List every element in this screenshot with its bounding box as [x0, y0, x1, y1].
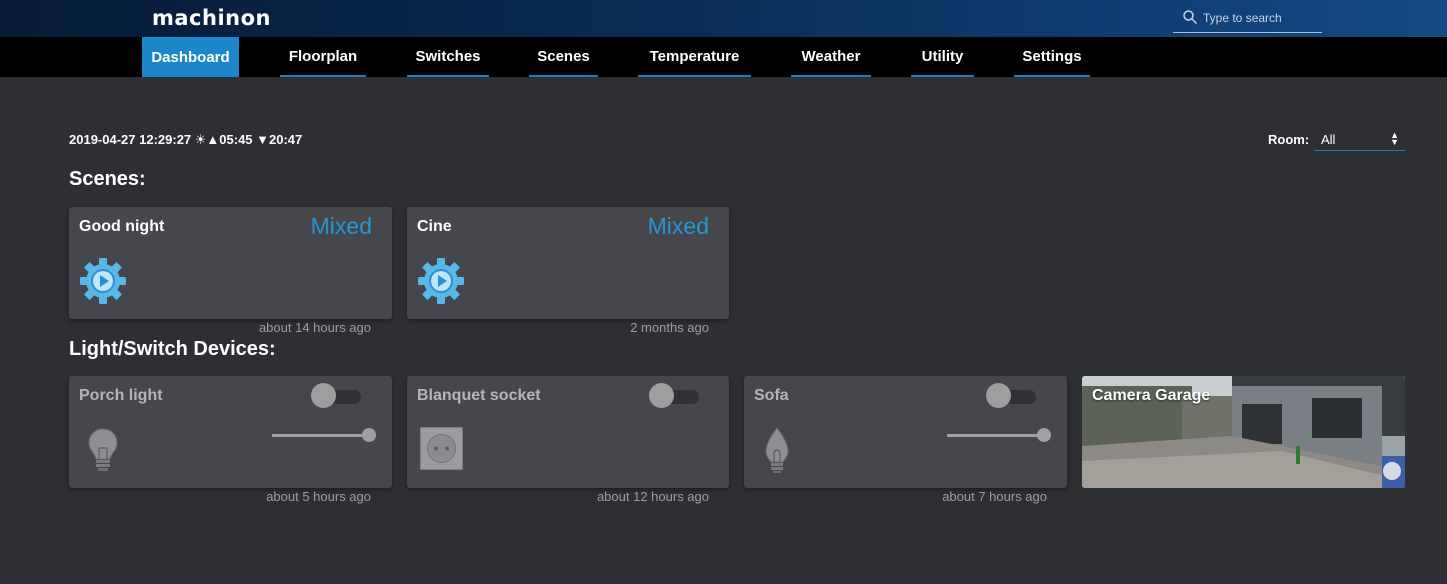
main-nav: Dashboard Floorplan Switches Scenes Temp…: [0, 37, 1447, 77]
scene-card-cine: Cine Mixed: [407, 207, 729, 319]
light-bulb-icon[interactable]: [86, 426, 120, 474]
device-name: Blanquet socket: [417, 387, 541, 404]
camera-name: Camera Garage: [1092, 387, 1211, 404]
candle-bulb-icon[interactable]: [762, 426, 792, 474]
tab-dashboard[interactable]: Dashboard: [142, 37, 239, 77]
device-card-camera-garage[interactable]: Camera Garage: [1082, 376, 1405, 488]
device-card-blanquet-socket: Blanquet socket: [407, 376, 729, 488]
dimmer-slider[interactable]: [272, 427, 376, 443]
room-filter-label: Room:: [1268, 132, 1310, 147]
device-card-sofa: Sofa: [744, 376, 1067, 488]
device-toggle[interactable]: [649, 382, 699, 408]
app-logo[interactable]: machinon: [152, 6, 271, 30]
slider-thumb[interactable]: [362, 428, 376, 442]
device-updated: about 12 hours ago: [596, 489, 709, 504]
slider-rail: [272, 434, 372, 437]
search-box[interactable]: [1173, 7, 1322, 33]
scene-updated: about 14 hours ago: [258, 320, 371, 335]
device-card-porch-light: Porch light: [69, 376, 392, 488]
scene-play-gear-icon[interactable]: [417, 257, 465, 305]
scene-name: Good night: [79, 218, 165, 235]
scene-name: Cine: [417, 218, 452, 235]
device-name: Sofa: [754, 387, 789, 404]
tab-temperature[interactable]: Temperature: [638, 37, 751, 77]
tab-weather[interactable]: Weather: [791, 37, 871, 77]
scenes-section-title: Scenes:: [69, 168, 146, 190]
scene-updated: 2 months ago: [630, 320, 709, 335]
tab-scenes[interactable]: Scenes: [529, 37, 598, 77]
device-toggle[interactable]: [986, 382, 1036, 408]
room-filter-select[interactable]: All ▲ ▼: [1314, 129, 1405, 151]
device-toggle[interactable]: [311, 382, 361, 408]
device-name: Porch light: [79, 387, 163, 404]
scene-card-good-night: Good night Mixed: [69, 207, 392, 319]
device-updated: about 7 hours ago: [942, 489, 1047, 504]
room-filter-value: All: [1321, 132, 1336, 147]
datetime-sun-times: 2019-04-27 12:29:27 ☀▲05:45 ▼20:47: [69, 132, 303, 147]
scene-play-gear-icon[interactable]: [79, 257, 127, 305]
tab-utility[interactable]: Utility: [911, 37, 974, 77]
search-input[interactable]: [1203, 7, 1321, 29]
toggle-knob: [649, 383, 674, 408]
devices-section-title: Light/Switch Devices:: [69, 338, 276, 360]
dimmer-slider[interactable]: [947, 427, 1051, 443]
slider-rail: [947, 434, 1047, 437]
toggle-knob: [986, 383, 1011, 408]
top-header: machinon: [0, 0, 1447, 37]
tab-settings[interactable]: Settings: [1014, 37, 1090, 77]
select-arrows-icon: ▲ ▼: [1390, 130, 1399, 147]
slider-thumb[interactable]: [1037, 428, 1051, 442]
search-icon: [1183, 10, 1198, 25]
scene-status: Mixed: [310, 213, 372, 239]
toggle-knob: [311, 383, 336, 408]
tab-switches[interactable]: Switches: [407, 37, 489, 77]
wall-socket-icon[interactable]: [420, 427, 463, 470]
scene-status: Mixed: [647, 213, 709, 239]
device-updated: about 5 hours ago: [266, 489, 371, 504]
tab-floorplan[interactable]: Floorplan: [280, 37, 366, 77]
